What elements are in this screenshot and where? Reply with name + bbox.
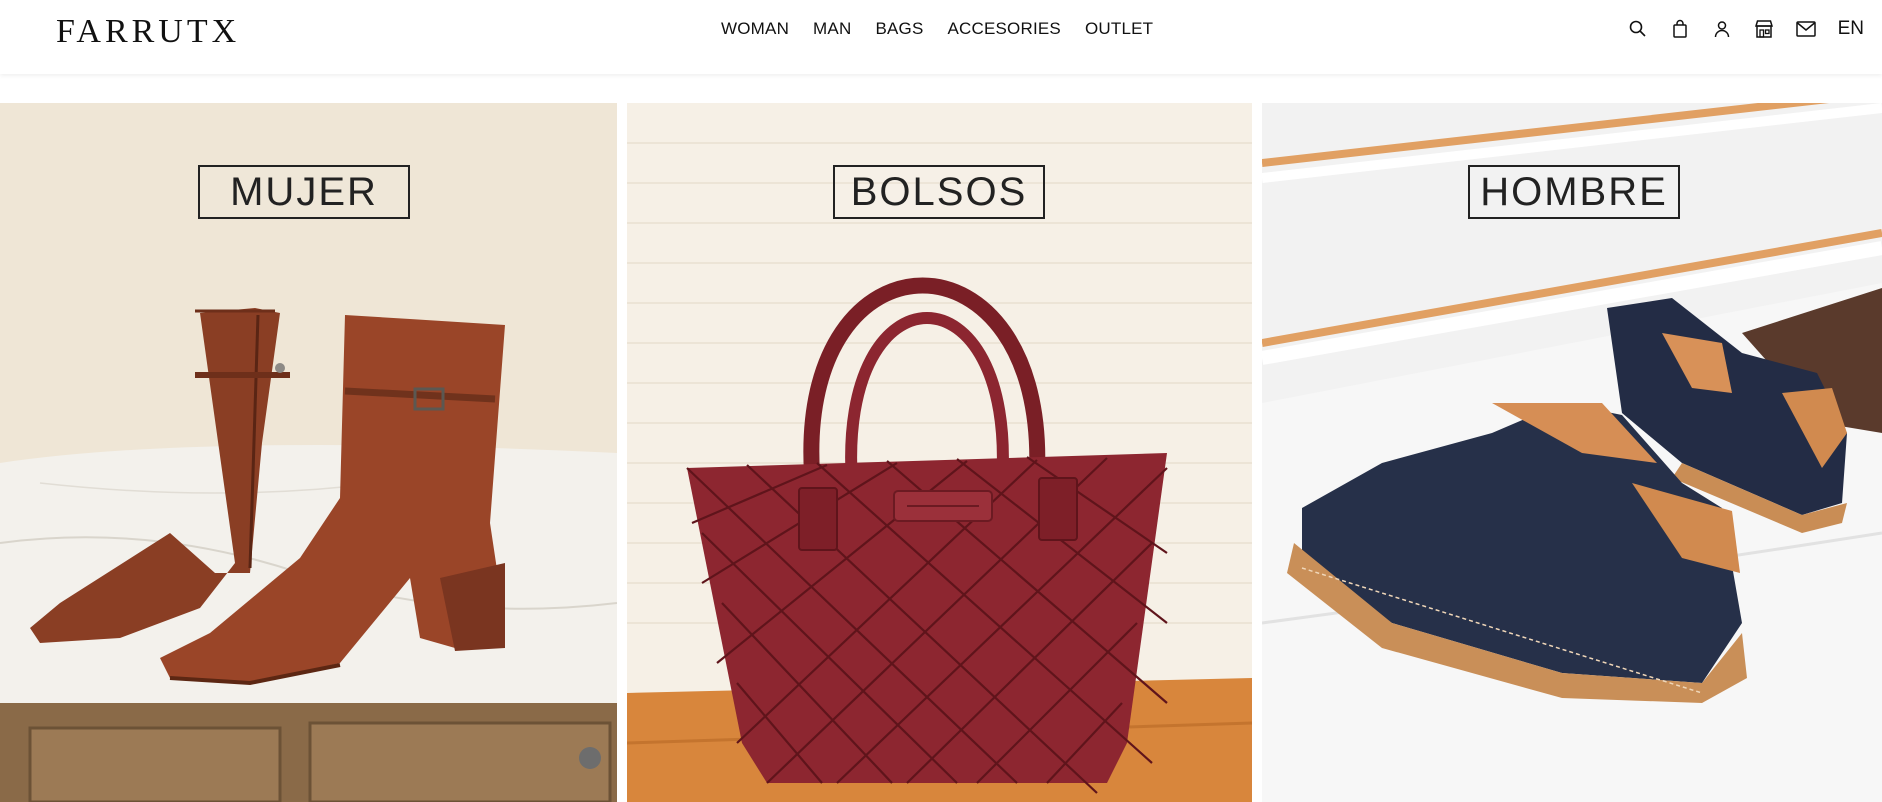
- category-label-hombre[interactable]: HOMBRE: [1468, 165, 1680, 219]
- nav-item-outlet[interactable]: OUTLET: [1085, 18, 1153, 40]
- nav-item-man[interactable]: MAN: [813, 18, 851, 40]
- nav-item-woman[interactable]: WOMAN: [721, 18, 789, 40]
- search-icon[interactable]: [1626, 17, 1650, 41]
- bag-icon[interactable]: [1668, 17, 1692, 41]
- header-icons: EN: [1626, 17, 1864, 41]
- language-selector[interactable]: EN: [1838, 17, 1864, 41]
- user-icon[interactable]: [1710, 17, 1734, 41]
- nav-item-accesories[interactable]: ACCESORIES: [947, 18, 1060, 40]
- category-panel-women[interactable]: MUJER: [0, 103, 617, 802]
- category-label-bolsos[interactable]: BOLSOS: [833, 165, 1045, 219]
- site-header: FARRUTX WOMAN MAN BAGS ACCESORIES OUTLET…: [0, 0, 1882, 74]
- brand-logo[interactable]: FARRUTX: [56, 12, 240, 52]
- main-nav: WOMAN MAN BAGS ACCESORIES OUTLET: [721, 18, 1153, 40]
- category-panel-bags[interactable]: BOLSOS: [627, 103, 1252, 802]
- store-icon[interactable]: [1752, 17, 1776, 41]
- mail-icon[interactable]: [1794, 17, 1818, 41]
- category-label-mujer[interactable]: MUJER: [198, 165, 410, 219]
- nav-item-bags[interactable]: BAGS: [875, 18, 923, 40]
- category-panel-men[interactable]: HOMBRE: [1262, 103, 1882, 802]
